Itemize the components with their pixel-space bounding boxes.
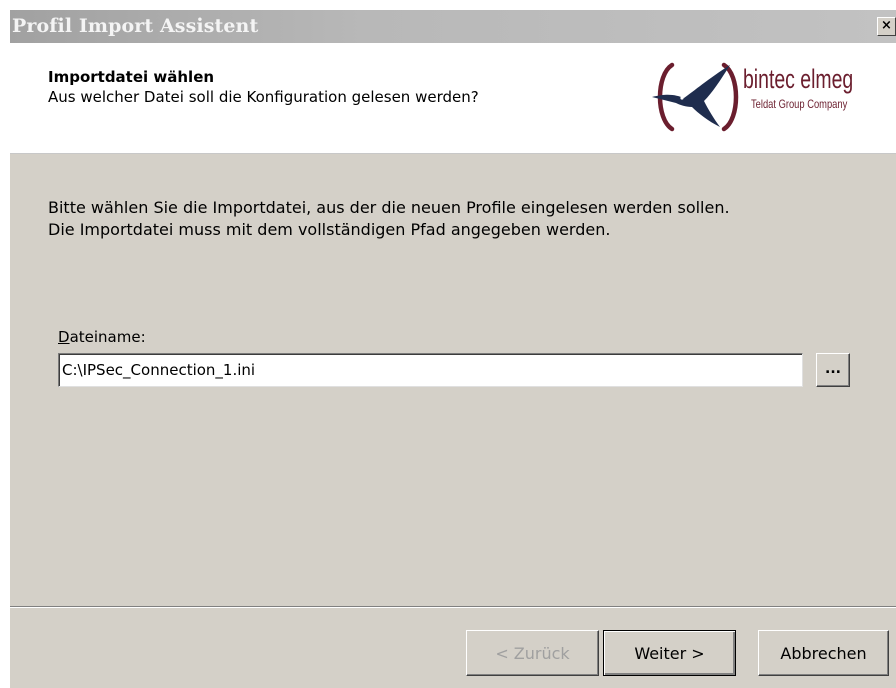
instructions-line-1: Bitte wählen Sie die Importdatei, aus de… — [48, 198, 730, 217]
logo-tagline: Teldat Group Company — [751, 97, 848, 111]
back-button[interactable]: < Zurück — [466, 630, 599, 676]
browse-button[interactable]: ... — [816, 353, 850, 387]
filename-label-text: ateiname: — [69, 328, 146, 346]
filename-input[interactable] — [58, 353, 803, 387]
page-title: Importdatei wählen — [48, 68, 215, 86]
close-button[interactable]: × — [877, 17, 896, 36]
next-button[interactable]: Weiter > — [603, 630, 736, 676]
instructions-line-2: Die Importdatei muss mit dem vollständig… — [48, 220, 611, 239]
instructions-text: Bitte wählen Sie die Importdatei, aus de… — [48, 197, 730, 241]
filename-label-mnemonic: D — [58, 328, 70, 346]
button-separator — [10, 606, 896, 608]
wizard-header: Importdatei wählen Aus welcher Datei sol… — [10, 43, 896, 154]
bintec-elmeg-logo: bintec elmeg Teldat Group Company — [650, 61, 874, 133]
cancel-button[interactable]: Abbrechen — [758, 630, 889, 676]
import-wizard-window: Profil Import Assistent × Importdatei wä… — [10, 10, 896, 688]
filename-label: Dateiname: — [58, 328, 146, 346]
close-icon: × — [881, 18, 892, 33]
window-title: Profil Import Assistent — [12, 15, 259, 37]
page-subtitle: Aus welcher Datei soll die Konfiguration… — [48, 88, 479, 106]
title-bar[interactable]: Profil Import Assistent × — [10, 10, 896, 43]
bird-in-brackets-logo-icon — [652, 62, 739, 132]
logo-wordmark: bintec elmeg — [743, 64, 854, 94]
